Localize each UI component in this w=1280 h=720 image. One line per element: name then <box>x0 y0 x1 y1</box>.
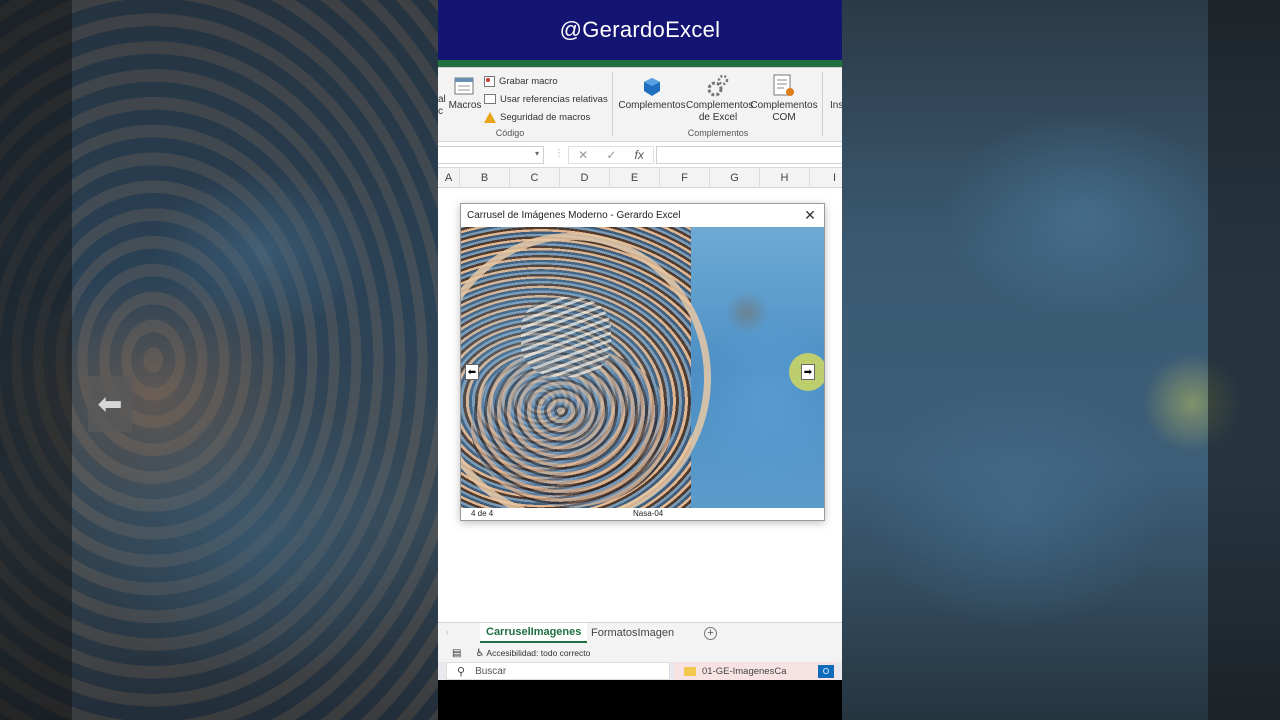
image-name: Nasa-04 <box>633 509 664 518</box>
partial-insert-button[interactable]: Ins <box>830 100 842 111</box>
com-addins-icon <box>750 72 818 98</box>
carousel-dialog: Carrusel de Imágenes Moderno - Gerardo E… <box>460 203 825 521</box>
column-header[interactable]: D <box>560 168 610 188</box>
com-addins-label-1: Complementos <box>750 100 818 111</box>
namebox-dropdown-icon[interactable]: ▾ <box>535 149 539 158</box>
next-button[interactable]: ➡ <box>789 353 824 391</box>
addins-button[interactable]: Complementos <box>618 72 686 112</box>
ribbon-tab-strip <box>438 60 842 68</box>
formula-bar-grip-icon: ⋮ <box>554 148 564 159</box>
accessibility-icon[interactable]: ♿ <box>475 648 484 659</box>
tab-carruselimagenes[interactable]: CarruselImagenes <box>480 623 588 643</box>
worksheet-grid[interactable]: Carrusel de Imágenes Moderno - Gerardo E… <box>438 188 842 623</box>
column-header[interactable]: G <box>710 168 760 188</box>
record-macro-icon <box>484 75 495 87</box>
dialog-title: Carrusel de Imágenes Moderno - Gerardo E… <box>467 210 681 221</box>
code-group-label: Código <box>495 128 525 138</box>
excel-addins-label-1: Complementos <box>686 100 754 111</box>
cancel-entry-icon[interactable]: ✕ <box>578 148 588 162</box>
channel-banner: @GerardoExcel <box>438 0 842 60</box>
taskbar-explorer-item[interactable]: 01-GE-ImagenesCa O <box>674 662 836 680</box>
tab-scroll-left-icon[interactable]: ‹ <box>446 627 449 637</box>
column-header[interactable]: C <box>510 168 560 188</box>
ribbon-separator <box>822 72 823 136</box>
column-header[interactable]: A <box>438 168 460 188</box>
macros-icon <box>448 72 482 98</box>
com-addins-label-2: COM <box>772 112 796 123</box>
blurred-background-left: ⬅ <box>0 0 438 720</box>
macro-security-button[interactable]: Seguridad de macros <box>484 108 608 126</box>
letterbox-bottom <box>438 680 842 720</box>
partial-label-2: c <box>438 106 443 117</box>
channel-handle: @GerardoExcel <box>559 17 721 42</box>
ribbon: al c Macros Grabar macro Usar referencia… <box>438 68 842 142</box>
dialog-status: 4 de 4 Nasa-04 <box>461 508 824 520</box>
next-arrow-icon: ➡ <box>801 364 815 380</box>
macros-label: Macros <box>448 100 482 111</box>
formula-buttons: ✕ ✓ fx <box>568 146 654 164</box>
sheet-tabs-bar: ‹ CarruselImagenes FormatosImagen + <box>438 622 842 644</box>
column-header[interactable]: E <box>610 168 660 188</box>
warning-icon <box>484 111 496 123</box>
addins-group-label: Complementos <box>687 128 749 138</box>
confirm-entry-icon[interactable]: ✓ <box>606 148 616 162</box>
relative-references-button[interactable]: Usar referencias relativas <box>484 90 608 108</box>
macro-security-label: Seguridad de macros <box>500 111 591 123</box>
blurred-background-right: ☝ <box>842 0 1280 720</box>
column-header[interactable]: B <box>460 168 510 188</box>
relative-references-label: Usar referencias relativas <box>500 93 608 105</box>
close-icon[interactable]: ✕ <box>802 207 818 223</box>
dialog-titlebar: Carrusel de Imágenes Moderno - Gerardo E… <box>461 204 824 227</box>
formula-input[interactable] <box>656 146 842 164</box>
ribbon-separator <box>612 72 613 136</box>
excel-addins-label-2: de Excel <box>698 112 738 123</box>
taskbar-item-label: 01-GE-ImagenesCa <box>702 665 787 677</box>
search-placeholder: Buscar <box>475 665 507 677</box>
insert-function-icon[interactable]: fx <box>635 148 644 162</box>
excel-window: @GerardoExcel al c Macros Grabar macro U… <box>438 0 842 720</box>
partial-label-1: al <box>438 94 446 105</box>
partial-ribbon-button[interactable]: al c <box>438 94 446 118</box>
column-headers: A B C D E F G H I <box>438 168 842 188</box>
windows-taskbar: ⚲ Buscar 01-GE-ImagenesCa O <box>438 662 842 680</box>
relative-references-icon <box>484 94 496 104</box>
record-macro-label: Grabar macro <box>499 75 558 87</box>
taskbar-search[interactable]: ⚲ Buscar <box>446 662 670 680</box>
prev-arrow-icon[interactable]: ⬅ <box>465 364 479 380</box>
macros-button[interactable]: Macros <box>448 72 482 112</box>
addins-cube-icon <box>618 72 686 98</box>
add-sheet-icon[interactable]: + <box>704 627 717 640</box>
outlook-icon[interactable]: O <box>818 665 834 678</box>
addins-label: Complementos <box>618 100 686 111</box>
name-box[interactable]: ▾ <box>438 146 544 164</box>
tab-formatosimagen[interactable]: FormatosImagen <box>585 623 680 643</box>
image-counter: 4 de 4 <box>471 509 494 518</box>
column-header[interactable]: H <box>760 168 810 188</box>
com-addins-button[interactable]: Complementos COM <box>750 72 818 124</box>
formula-bar: ▾ ⋮ ✕ ✓ fx <box>438 142 842 168</box>
record-macro-button[interactable]: Grabar macro <box>484 72 608 90</box>
sheet-view-icon[interactable]: ▤ <box>452 648 461 659</box>
gears-icon <box>686 72 750 98</box>
search-icon: ⚲ <box>457 665 466 678</box>
accessibility-status[interactable]: Accesibilidad: todo correcto <box>486 648 590 658</box>
folder-icon <box>684 666 696 676</box>
blurred-prev-arrow-icon: ⬅ <box>88 376 132 432</box>
excel-addins-button[interactable]: Complementos de Excel <box>686 72 754 124</box>
status-bar: ▤ ♿ Accesibilidad: todo correcto <box>438 644 842 662</box>
column-header[interactable]: F <box>660 168 710 188</box>
carousel-image: ⬅ ➡ <box>461 227 824 508</box>
column-header[interactable]: I <box>810 168 842 188</box>
